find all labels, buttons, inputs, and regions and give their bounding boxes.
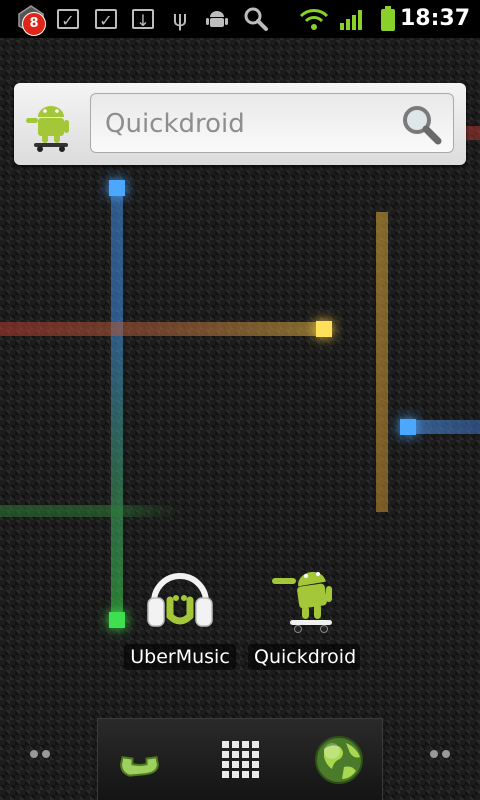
- download-icon: ↓: [131, 4, 155, 34]
- android-skateboard-icon[interactable]: [24, 95, 78, 153]
- light-trail: [0, 322, 330, 336]
- page-indicator-left[interactable]: [30, 750, 50, 758]
- page-indicator-right[interactable]: [430, 750, 450, 758]
- light-trail: [109, 180, 125, 196]
- light-trail: [400, 419, 416, 435]
- search-icon: [242, 4, 270, 34]
- quickdroid-search-widget: [14, 83, 466, 165]
- light-trail: [0, 505, 180, 517]
- dock: [97, 718, 383, 800]
- headphones-icon: [144, 562, 216, 634]
- light-trail: [111, 188, 123, 618]
- status-clock: 18:37: [399, 6, 470, 31]
- app-drawer-icon[interactable]: [212, 731, 270, 789]
- search-field[interactable]: [90, 93, 454, 153]
- wifi-icon: [298, 4, 330, 34]
- app-shortcut-ubermusic[interactable]: UberMusic: [120, 562, 240, 674]
- search-icon[interactable]: [399, 102, 443, 146]
- task-done-icon: ✓: [94, 4, 118, 34]
- android-skateboard-icon: [268, 562, 340, 634]
- battery-icon: [378, 4, 398, 34]
- android-debug-icon: [204, 4, 230, 34]
- app-shortcut-quickdroid[interactable]: Quickdroid: [244, 562, 364, 674]
- phone-icon[interactable]: [114, 731, 172, 789]
- app-label: Quickdroid: [248, 644, 360, 670]
- signal-icon: [338, 4, 366, 34]
- usb-icon: ψ: [172, 6, 188, 32]
- status-bar[interactable]: 8 ✓ ✓ ↓ ψ 18:37: [0, 0, 480, 38]
- light-trail: [316, 321, 332, 337]
- app-label: UberMusic: [124, 644, 236, 670]
- notification-badge: 8: [22, 12, 46, 36]
- search-input[interactable]: [103, 104, 397, 144]
- light-trail: [376, 212, 388, 512]
- browser-globe-icon[interactable]: [310, 731, 368, 789]
- task-done-icon: ✓: [56, 4, 80, 34]
